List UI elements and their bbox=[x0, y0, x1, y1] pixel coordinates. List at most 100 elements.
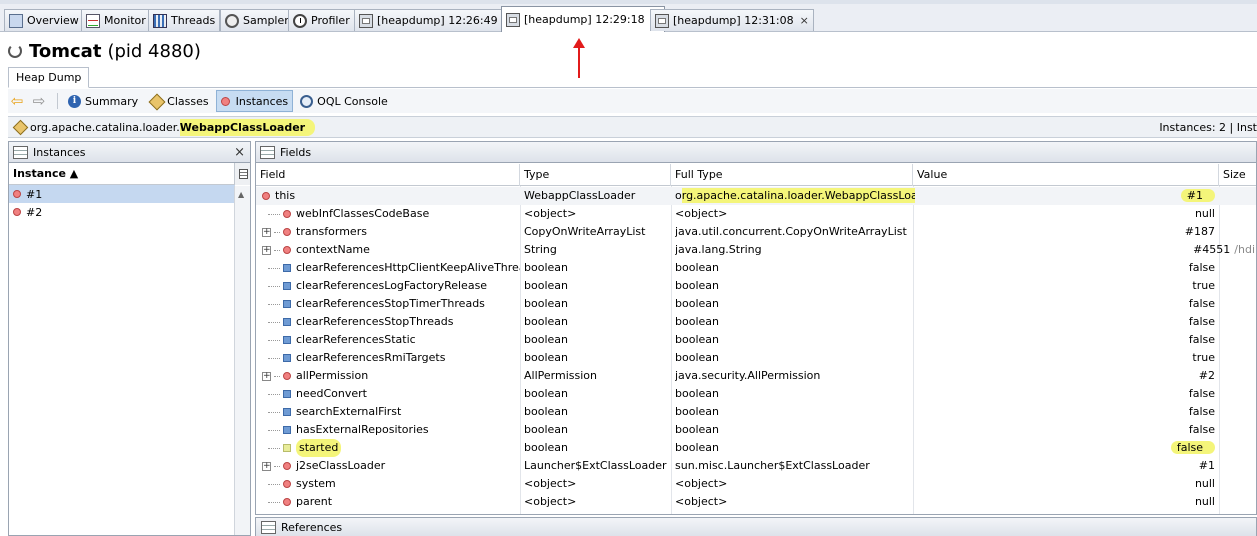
table-row[interactable]: clearReferencesStopThreads boolean boolean… bbox=[256, 313, 1256, 331]
full-type-cell: sun.misc.Launcher$ExtClassLoader bbox=[675, 457, 915, 475]
type-cell: boolean bbox=[524, 423, 568, 436]
close-icon[interactable]: × bbox=[234, 145, 245, 160]
references-panel-title: References bbox=[281, 520, 343, 534]
field-name: clearReferencesLogFactoryRelease bbox=[296, 279, 488, 292]
full-type-cell: boolean bbox=[675, 349, 915, 367]
type-cell: boolean bbox=[524, 333, 568, 346]
full-type-text: boolean bbox=[675, 423, 719, 436]
field-cell: + transformers bbox=[256, 223, 520, 241]
tab-heap-dump[interactable]: Heap Dump bbox=[8, 67, 90, 88]
type-cell: boolean bbox=[524, 441, 568, 454]
tab-monitor[interactable]: Monitor bbox=[81, 9, 151, 31]
field-cell: + contextName bbox=[256, 241, 520, 259]
tab-label: Threads bbox=[171, 14, 216, 27]
scroll-up-icon[interactable]: ▲ bbox=[238, 190, 244, 199]
expand-icon[interactable]: + bbox=[262, 227, 271, 237]
value-text: false bbox=[1170, 441, 1215, 454]
field-name: parent bbox=[296, 495, 333, 508]
tab-sampler[interactable]: Sampler bbox=[220, 9, 294, 31]
value-text: null bbox=[1194, 207, 1215, 220]
full-type-cell: boolean bbox=[675, 421, 915, 439]
size-column-header[interactable]: Size bbox=[1219, 164, 1256, 186]
tab-label: Sampler bbox=[243, 14, 289, 27]
value-cell: false bbox=[915, 421, 1217, 439]
table-row[interactable]: hasExternalRepositories boolean boolean fal… bbox=[256, 421, 1256, 439]
tab-profiler[interactable]: Profiler bbox=[288, 9, 355, 31]
tab-heapdump-1[interactable]: [heapdump] 12:26:49 × bbox=[354, 9, 518, 31]
field-name: allPermission bbox=[296, 369, 369, 382]
table-row[interactable]: webInfClassesCodeBase <object> <object> nul… bbox=[256, 205, 1256, 223]
table-row[interactable]: started boolean boolean false bbox=[256, 439, 1256, 457]
table-row[interactable]: clearReferencesLogFactoryRelease boolean b… bbox=[256, 277, 1256, 295]
class-package: org.apache.catalina.loader. bbox=[30, 120, 180, 134]
field-name: j2seClassLoader bbox=[296, 459, 386, 472]
table-row[interactable]: system <object> <object> null bbox=[256, 475, 1256, 493]
instance-icon bbox=[220, 96, 230, 106]
field-column-header[interactable]: Field bbox=[256, 164, 520, 186]
tab-threads[interactable]: Threads bbox=[148, 9, 221, 31]
back-arrow-icon[interactable]: ⇦ bbox=[8, 93, 26, 109]
full-type-text: java.security.AllPermission bbox=[675, 369, 821, 382]
expand-icon[interactable]: + bbox=[262, 245, 271, 255]
close-icon[interactable]: × bbox=[800, 14, 809, 27]
full-type-text: boolean bbox=[675, 297, 719, 310]
instance-column-header[interactable]: Instance ▲ bbox=[9, 163, 250, 185]
table-row[interactable]: + allPermission AllPermission java.security… bbox=[256, 367, 1256, 385]
full-type-cell: <object> bbox=[675, 493, 915, 511]
table-row[interactable]: parent <object> <object> null bbox=[256, 493, 1256, 511]
table-row[interactable]: + j2seClassLoader Launcher$ExtClassLoader s… bbox=[256, 457, 1256, 475]
table-row[interactable]: searchExternalFirst boolean boolean false bbox=[256, 403, 1256, 421]
instances-count: Instances: 2 | Inst bbox=[1159, 121, 1257, 134]
summary-label: Summary bbox=[85, 94, 139, 108]
field-name: clearReferencesStopTimerThreads bbox=[296, 297, 485, 310]
expand-icon[interactable]: + bbox=[262, 461, 271, 471]
type-cell: <object> bbox=[524, 207, 577, 220]
full-type-cell: boolean bbox=[675, 277, 915, 295]
tab-overview[interactable]: Overview bbox=[4, 9, 84, 31]
value-cell: #2 bbox=[915, 367, 1217, 385]
table-row[interactable]: clearReferencesRmiTargets boolean boolean t… bbox=[256, 349, 1256, 367]
full-type-column-header[interactable]: Full Type bbox=[671, 164, 913, 186]
table-row[interactable]: clearReferencesStatic boolean boolean false bbox=[256, 331, 1256, 349]
instance-row[interactable]: #2 bbox=[9, 203, 235, 221]
table-row[interactable]: needConvert boolean boolean false bbox=[256, 385, 1256, 403]
field-cell: searchExternalFirst bbox=[256, 403, 520, 421]
column-selector-icon[interactable] bbox=[234, 163, 250, 185]
table-row[interactable]: + transformers CopyOnWriteArrayList java.ut… bbox=[256, 223, 1256, 241]
value-text: false bbox=[1188, 405, 1215, 418]
table-row[interactable]: this WebappClassLoader org.apache.catalina… bbox=[256, 187, 1256, 205]
forward-arrow-icon[interactable]: ⇨ bbox=[30, 93, 48, 109]
primitive-field-icon bbox=[283, 300, 291, 308]
value-text: false bbox=[1188, 387, 1215, 400]
value-cell: null bbox=[915, 205, 1217, 223]
summary-button[interactable]: i Summary bbox=[63, 90, 143, 112]
tree-connector bbox=[268, 321, 280, 323]
value-column-header[interactable]: Value bbox=[913, 164, 1219, 186]
object-field-icon bbox=[283, 498, 291, 506]
overview-icon bbox=[9, 13, 23, 28]
subtab-bar: Heap Dump bbox=[8, 67, 1257, 88]
tree-connector bbox=[268, 501, 280, 503]
instances-scrollbar[interactable]: ▲ bbox=[234, 186, 250, 535]
table-row[interactable]: clearReferencesHttpClientKeepAliveThread… bbox=[256, 259, 1256, 277]
full-type-text: <object> bbox=[675, 207, 728, 220]
table-row[interactable]: clearReferencesStopTimerThreads boolean bo… bbox=[256, 295, 1256, 313]
instance-row[interactable]: #1 bbox=[9, 185, 235, 203]
app-pid: (pid 4880) bbox=[107, 40, 201, 62]
value-cell: true bbox=[915, 349, 1217, 367]
value-extra-text: /hdi bbox=[1234, 243, 1255, 256]
tree-connector bbox=[268, 411, 280, 413]
value-cell: false bbox=[915, 313, 1217, 331]
instances-panel: Instances × Instance ▲ #1 #2 ▲ bbox=[8, 141, 251, 536]
classes-button[interactable]: Classes bbox=[145, 90, 213, 112]
tab-heapdump-2[interactable]: [heapdump] 12:29:18 × bbox=[501, 6, 665, 32]
field-name: needConvert bbox=[296, 387, 367, 400]
value-cell: false bbox=[915, 295, 1217, 313]
instances-button[interactable]: Instances bbox=[215, 90, 294, 112]
references-panel-header[interactable]: References bbox=[255, 517, 1257, 536]
type-column-header[interactable]: Type bbox=[520, 164, 671, 186]
table-row[interactable]: + contextName String java.lang.String #4551/… bbox=[256, 241, 1256, 259]
expand-icon[interactable]: + bbox=[262, 371, 271, 381]
tab-heapdump-3[interactable]: [heapdump] 12:31:08 × bbox=[650, 9, 814, 31]
oql-console-button[interactable]: OQL Console bbox=[295, 90, 393, 112]
